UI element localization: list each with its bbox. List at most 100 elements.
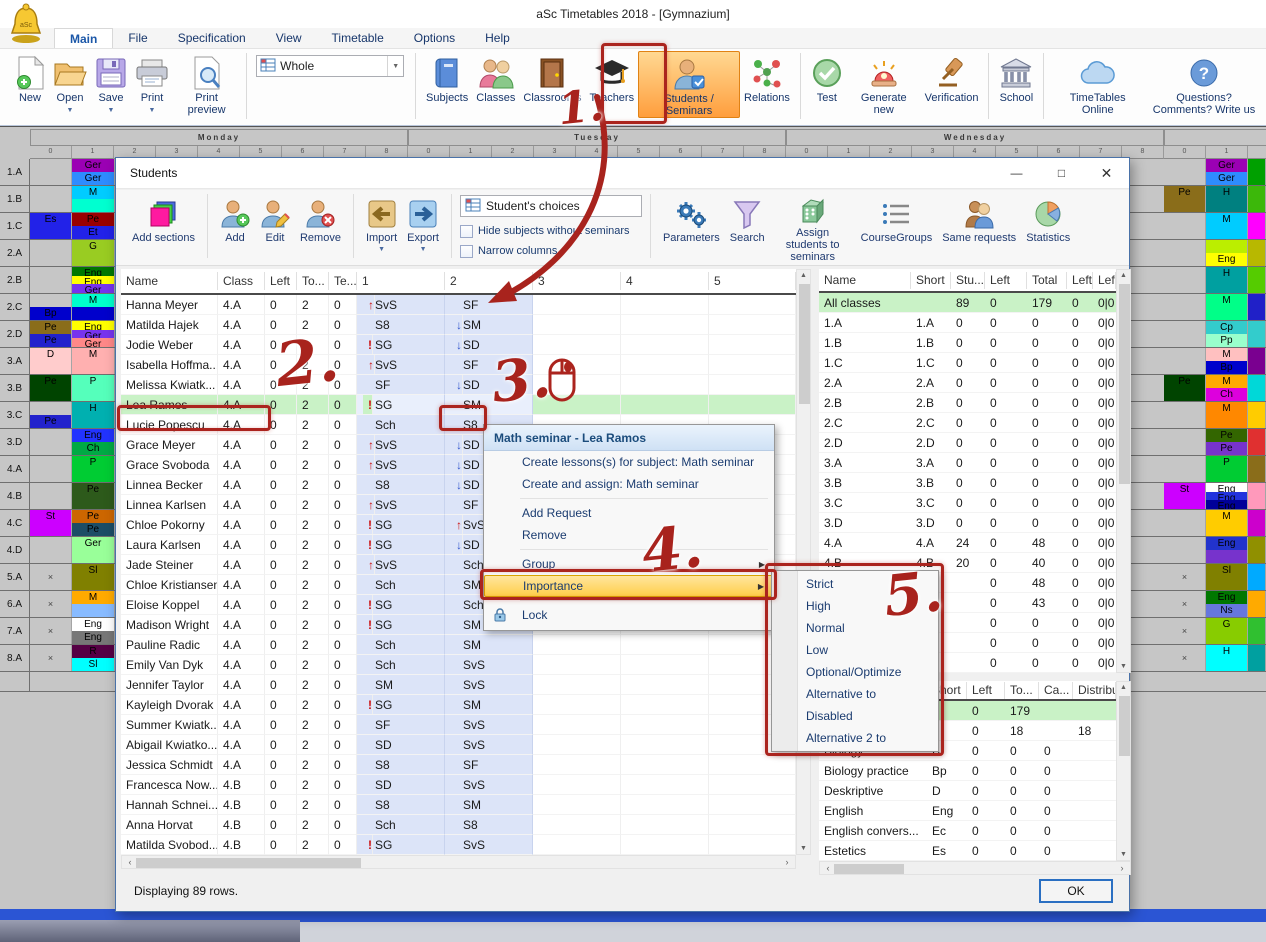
timetable-cell[interactable]: EngNs — [1206, 591, 1248, 617]
submenu-item-high[interactable]: High — [772, 595, 938, 617]
timetable-cell[interactable]: M — [1206, 213, 1248, 239]
students-table-vscrollbar[interactable]: ▲ ▼ — [796, 269, 811, 855]
timetable-cell[interactable] — [1248, 483, 1266, 509]
class-cell[interactable]: 0 — [1027, 353, 1067, 373]
seminar-cell[interactable]: !SG — [357, 395, 445, 415]
timetable-cell[interactable]: Eng — [1206, 240, 1248, 266]
ok-button[interactable]: OK — [1039, 879, 1113, 903]
class-cell[interactable]: 0|0 — [1093, 533, 1116, 553]
tab-specification[interactable]: Specification — [163, 28, 261, 48]
subject-cell[interactable]: Eng — [927, 801, 967, 821]
timetable-cell[interactable] — [1248, 591, 1266, 617]
student-cell[interactable]: 0 — [265, 475, 297, 495]
maximize-button[interactable]: □ — [1039, 158, 1084, 188]
class-cell[interactable]: 48 — [1027, 533, 1067, 553]
timetable-cell[interactable] — [1164, 537, 1206, 563]
class-cell[interactable]: 20 — [951, 553, 985, 573]
class-cell[interactable]: 0 — [985, 413, 1027, 433]
class-cell[interactable]: 0|0 — [1093, 293, 1116, 313]
class-cell[interactable]: 0 — [1067, 333, 1093, 353]
teachers-button[interactable]: Teachers — [585, 51, 638, 118]
class-cell[interactable]: 3.A — [819, 453, 911, 473]
student-cell[interactable]: 0 — [329, 775, 357, 795]
student-cell[interactable]: 0 — [265, 835, 297, 855]
class-cell[interactable]: 89 — [951, 293, 985, 313]
seminar-cell[interactable]: SD — [357, 735, 445, 755]
timetable-cell[interactable]: St — [30, 510, 72, 536]
student-cell[interactable]: Chloe Kristiansen — [121, 575, 218, 595]
column-header-4[interactable]: 4 — [621, 272, 709, 290]
checkbox-box-icon[interactable] — [460, 245, 473, 258]
student-cell[interactable]: 0 — [265, 575, 297, 595]
class-cell[interactable]: 179 — [1027, 293, 1067, 313]
class-row[interactable]: All classes89017900|0 — [819, 293, 1116, 313]
subject-cell[interactable]: Biology practice — [819, 761, 927, 781]
column-header-2[interactable]: 2 — [445, 272, 533, 290]
remove-button[interactable]: Remove — [295, 192, 346, 263]
subject-cell[interactable]: 0 — [1039, 781, 1073, 801]
subject-cell[interactable] — [1073, 841, 1116, 861]
timetable-cell[interactable] — [1248, 645, 1266, 671]
verification-button[interactable]: Verification — [921, 51, 983, 116]
timetable-cell[interactable]: Ger — [72, 537, 115, 563]
student-cell[interactable]: 0 — [329, 335, 357, 355]
new-button[interactable]: New — [11, 51, 49, 117]
student-cell[interactable]: 4.A — [218, 375, 265, 395]
class-cell[interactable]: 0 — [951, 373, 985, 393]
student-cell[interactable]: Lea Ramos — [121, 395, 218, 415]
menu-item-create-lessons-s-for-subject-math-seminar[interactable]: Create lessons(s) for subject: Math semi… — [484, 451, 774, 473]
students-dialog-titlebar[interactable]: Students — □ ✕ — [116, 158, 1129, 189]
student-cell[interactable]: 2 — [297, 615, 329, 635]
subject-row[interactable]: Biology practiceBp000 — [819, 761, 1116, 781]
seminar-cell-empty[interactable] — [621, 835, 709, 855]
class-cell[interactable]: 0 — [1027, 433, 1067, 453]
class-row[interactable]: 1.C1.C00000|0 — [819, 353, 1116, 373]
subject-cell[interactable]: 0 — [1039, 821, 1073, 841]
student-cell[interactable]: 2 — [297, 715, 329, 735]
timetable-cell[interactable]: St — [1164, 483, 1206, 509]
student-row[interactable]: Francesca Now...4.B020SDSvS — [121, 775, 796, 795]
class-cell[interactable]: 0 — [1067, 593, 1093, 613]
classrooms-button[interactable]: Classrooms — [519, 51, 585, 118]
column-header-te[interactable]: Te... — [329, 272, 357, 290]
student-cell[interactable]: 0 — [265, 415, 297, 435]
student-cell[interactable]: Kayleigh Dvorak — [121, 695, 218, 715]
class-cell[interactable]: 43 — [1027, 593, 1067, 613]
class-cell[interactable] — [951, 613, 985, 633]
student-cell[interactable]: 0 — [329, 655, 357, 675]
timetable-cell[interactable]: Es — [30, 213, 72, 239]
timetable-cell[interactable]: M — [1206, 510, 1248, 536]
timetable-cell[interactable]: P — [72, 456, 115, 482]
student-cell[interactable]: 0 — [265, 315, 297, 335]
column-header-class[interactable]: Class — [218, 272, 265, 290]
class-cell[interactable]: 0 — [1027, 493, 1067, 513]
tab-timetable[interactable]: Timetable — [317, 28, 399, 48]
seminar-cell[interactable]: SF — [357, 715, 445, 735]
seminar-cell[interactable]: S8 — [357, 795, 445, 815]
timetable-cell[interactable]: EngGerGer — [72, 321, 115, 347]
menu-item-create-and-assign-math-seminar[interactable]: Create and assign: Math seminar — [484, 473, 774, 495]
subject-cell[interactable]: 0 — [1005, 761, 1039, 781]
student-cell[interactable]: 2 — [297, 355, 329, 375]
student-cell[interactable]: Eloise Koppel — [121, 595, 218, 615]
seminar-cell-empty[interactable] — [709, 755, 796, 775]
student-cell[interactable]: 2 — [297, 375, 329, 395]
class-cell[interactable]: 0|0 — [1093, 433, 1116, 453]
timetable-cell[interactable]: × — [30, 591, 72, 617]
relations-button[interactable]: Relations — [740, 51, 794, 118]
seminar-cell-empty[interactable] — [621, 695, 709, 715]
class-cell[interactable]: 0 — [1067, 553, 1093, 573]
seminar-cell-empty[interactable] — [533, 715, 621, 735]
same-requests-button[interactable]: Same requests — [937, 192, 1021, 263]
student-cell[interactable]: 4.A — [218, 435, 265, 455]
class-cell[interactable]: 2.C — [819, 413, 911, 433]
subject-cell[interactable]: 179 — [1005, 701, 1039, 721]
class-cell[interactable]: 0 — [951, 353, 985, 373]
class-cell[interactable]: 0 — [1067, 613, 1093, 633]
tab-help[interactable]: Help — [470, 28, 525, 48]
subject-row[interactable]: EnglishEng000 — [819, 801, 1116, 821]
timetable-cell[interactable] — [1248, 564, 1266, 590]
class-cell[interactable]: 0|0 — [1093, 353, 1116, 373]
save-button[interactable]: Save▼ — [91, 51, 131, 117]
student-cell[interactable]: 2 — [297, 675, 329, 695]
